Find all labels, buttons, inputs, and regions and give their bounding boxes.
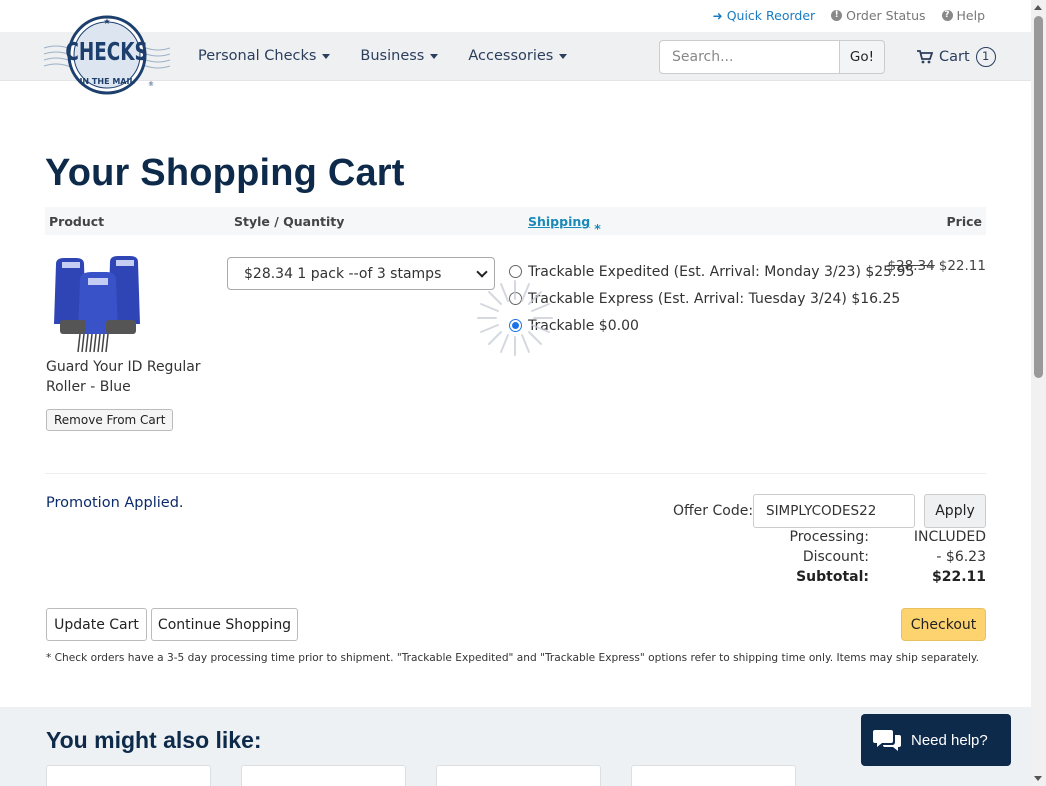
header-style-quantity: Style / Quantity — [234, 214, 345, 229]
checkout-button[interactable]: Checkout — [901, 608, 986, 641]
nav-item-label: Business — [360, 48, 425, 64]
cart-table-header: Product Style / Quantity Shipping * Price — [45, 207, 986, 236]
subtotal-value: $22.11 — [931, 569, 986, 585]
shipping-option-label: Trackable Express (Est. Arrival: Tuesday… — [528, 290, 901, 307]
processing-row: Processing: INCLUDED — [760, 529, 986, 549]
info-circle-icon: ! — [831, 10, 843, 21]
discount-value: - $6.23 — [936, 549, 986, 565]
scrollbar-thumb[interactable] — [1034, 16, 1043, 378]
chat-bubbles-icon — [873, 730, 901, 751]
nav-item-label: Accessories — [468, 48, 554, 64]
suggestion-card[interactable] — [436, 765, 601, 786]
nav-item-accessories[interactable]: Accessories — [468, 48, 568, 64]
processing-value: INCLUDED — [913, 529, 986, 545]
loading-spinner-icon — [477, 280, 553, 356]
suggestion-card[interactable] — [631, 765, 796, 786]
shipping-asterisk: * — [594, 221, 601, 236]
shipping-options: Trackable Expedited (Est. Arrival: Monda… — [509, 258, 914, 339]
subtotal-label: Subtotal: — [796, 569, 869, 585]
search-go-button[interactable]: Go! — [839, 40, 885, 74]
processing-label: Processing: — [789, 529, 869, 545]
caret-down-icon — [430, 53, 439, 59]
nav-menu: Personal Checks Business Accessories — [198, 48, 568, 64]
cart-label: Cart — [939, 49, 970, 65]
help-label: Help — [956, 8, 986, 23]
svg-text:★: ★ — [103, 17, 110, 26]
shipping-info-link[interactable]: Shipping — [528, 214, 590, 229]
question-circle-icon: ? — [941, 10, 953, 21]
discounted-price: $22.11 — [938, 258, 986, 274]
caret-down-icon — [559, 53, 568, 59]
help-link[interactable]: ? Help — [941, 8, 986, 23]
scroll-up-arrow-icon[interactable] — [1034, 5, 1042, 10]
shipping-option-expedited[interactable]: Trackable Expedited (Est. Arrival: Monda… — [509, 258, 914, 285]
header-product: Product — [49, 214, 105, 229]
page-scrollbar[interactable] — [1031, 0, 1046, 786]
continue-shopping-button[interactable]: Continue Shopping — [151, 608, 298, 641]
suggestions-title: You might also like: — [46, 727, 262, 753]
utility-links: ➜ Quick Reorder ! Order Status ? Help — [713, 8, 985, 23]
search-input[interactable] — [659, 40, 839, 74]
offer-code-label: Offer Code: — [673, 503, 754, 519]
discount-label: Discount: — [802, 549, 869, 565]
header-shipping: Shipping * — [528, 214, 601, 236]
checks-in-the-mail-logo[interactable]: ★ CHECKS IN THE MAIL ® — [44, 14, 170, 100]
shipping-option-trackable[interactable]: Trackable $0.00 — [509, 312, 914, 339]
scroll-down-arrow-icon[interactable] — [1034, 776, 1042, 781]
remove-from-cart-button[interactable]: Remove From Cart — [46, 409, 174, 431]
section-divider — [45, 473, 986, 474]
need-help-chat-button[interactable]: Need help? — [861, 714, 1011, 766]
discount-row: Discount: - $6.23 — [760, 549, 986, 569]
item-price: $28.34 $22.11 — [888, 258, 987, 274]
subtotal-row: Subtotal: $22.11 — [760, 569, 986, 589]
quick-reorder-label: Quick Reorder — [726, 8, 816, 23]
quantity-select[interactable]: $28.34 1 pack --of 3 stamps — [227, 257, 495, 290]
need-help-label: Need help? — [911, 731, 988, 749]
nav-item-business[interactable]: Business — [360, 48, 439, 64]
arrow-right-icon: ➜ — [712, 8, 723, 23]
order-totals: Processing: INCLUDED Discount: - $6.23 S… — [760, 529, 986, 589]
apply-offer-button[interactable]: Apply — [924, 494, 986, 528]
order-status-link[interactable]: ! Order Status — [831, 8, 926, 23]
order-status-label: Order Status — [846, 8, 926, 23]
shipping-option-label: Trackable Expedited (Est. Arrival: Monda… — [528, 263, 915, 280]
shipping-footnote: * Check orders have a 3-5 day processing… — [46, 652, 980, 664]
page-title: Your Shopping Cart — [45, 152, 405, 194]
cart-count-badge: 1 — [975, 47, 996, 67]
cart-link[interactable]: Cart 1 — [917, 47, 996, 67]
header-price: Price — [946, 214, 983, 229]
quantity-selected-value: $28.34 1 pack --of 3 stamps — [244, 266, 442, 282]
search-form: Go! — [659, 40, 885, 74]
nav-item-label: Personal Checks — [198, 48, 317, 64]
offer-code-input[interactable] — [753, 494, 915, 528]
nav-item-personal-checks[interactable]: Personal Checks — [198, 48, 331, 64]
original-price: $28.34 — [887, 258, 935, 274]
suggestion-card[interactable] — [46, 765, 211, 786]
update-cart-button[interactable]: Update Cart — [46, 608, 147, 641]
product-image[interactable] — [48, 254, 144, 354]
quick-reorder-link[interactable]: ➜ Quick Reorder — [713, 8, 816, 23]
shopping-cart-icon — [917, 50, 933, 64]
caret-down-icon — [322, 53, 331, 59]
promotion-message: Promotion Applied. — [46, 495, 184, 511]
shipping-option-express[interactable]: Trackable Express (Est. Arrival: Tuesday… — [509, 285, 914, 312]
svg-text:®: ® — [148, 81, 154, 88]
logo-text-in-the-mail: IN THE MAIL — [79, 77, 134, 86]
logo-text-checks: CHECKS — [65, 39, 147, 67]
product-name[interactable]: Guard Your ID Regular Roller - Blue — [46, 357, 206, 397]
suggestion-card[interactable] — [241, 765, 406, 786]
